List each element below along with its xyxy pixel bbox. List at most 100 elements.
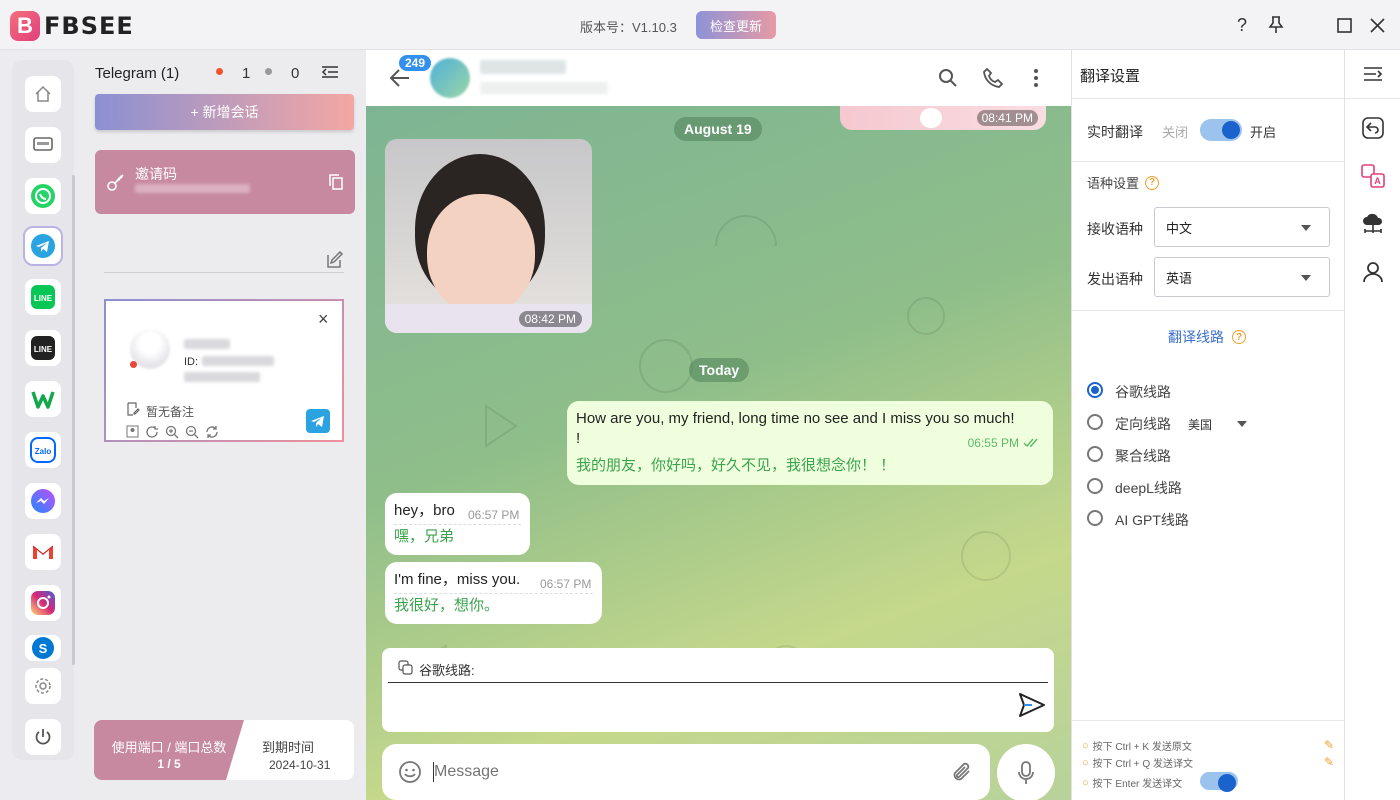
reply-icon <box>1362 117 1384 139</box>
home-icon <box>35 85 51 102</box>
pencil-icon[interactable]: ✎ <box>1324 738 1334 752</box>
pin-icon[interactable] <box>1265 14 1287 36</box>
receive-language-select[interactable]: 中文 <box>1154 207 1330 247</box>
rail-line-black[interactable]: LINE <box>25 330 61 366</box>
close-icon[interactable] <box>1366 14 1388 36</box>
help-circle-icon[interactable]: ? <box>1145 175 1160 190</box>
rail-scrollbar[interactable] <box>72 175 75 665</box>
lightbulb-icon: ○ <box>1082 776 1089 789</box>
user-icon <box>1363 262 1383 283</box>
cloud-button[interactable] <box>1359 210 1387 238</box>
voice-record-button[interactable] <box>997 744 1055 800</box>
region-select[interactable]: 美国 <box>1188 416 1212 433</box>
zoom-out-icon[interactable] <box>185 425 199 439</box>
divider <box>1345 98 1400 99</box>
instagram-icon <box>31 591 55 615</box>
collapse-panel-button[interactable] <box>1359 60 1387 88</box>
chevron-down-icon[interactable] <box>1237 421 1247 427</box>
translate-icon: A <box>1361 164 1385 188</box>
contact-name <box>480 60 566 74</box>
realtime-translate-toggle[interactable] <box>1200 119 1242 141</box>
expiry-label: 到期时间 <box>262 740 315 755</box>
photo-message[interactable]: 08:42 PM <box>385 139 592 333</box>
quick-reply-button[interactable] <box>1359 114 1387 142</box>
rail-telegram[interactable] <box>23 226 63 266</box>
rail-zalo[interactable]: Zalo <box>25 432 61 468</box>
translation-divider <box>394 593 593 594</box>
check-update-button[interactable]: 检查更新 <box>696 11 776 39</box>
skype-icon: S <box>32 637 54 659</box>
note-icon <box>127 402 140 416</box>
translation-preview-box[interactable]: 谷歌线路: <box>382 648 1054 732</box>
title-bar: B FBSEE 版本号：V1.10.3 检查更新 ? <box>0 0 1400 50</box>
message-time: 06:57 PM <box>540 577 592 591</box>
zoom-in-icon[interactable] <box>165 425 179 439</box>
send-icon[interactable] <box>1018 692 1046 718</box>
rail-whatsapp[interactable] <box>25 178 61 214</box>
route-label-aggregate: 聚合线路 <box>1115 448 1171 464</box>
session-note: 暂无备注 <box>146 405 195 419</box>
phone-icon[interactable] <box>982 67 1004 89</box>
route-radio-google[interactable] <box>1087 382 1103 398</box>
add-session-button[interactable]: + 新增会话 <box>95 94 354 130</box>
edit-icon[interactable] <box>326 251 344 269</box>
route-radio-deepl[interactable] <box>1087 478 1103 494</box>
rail-messenger[interactable] <box>25 483 61 519</box>
rail-line-green[interactable]: LINE <box>25 279 61 315</box>
session-card[interactable]: ID: × 暂无备注 <box>104 299 344 442</box>
rail-home[interactable] <box>25 76 61 112</box>
unread-badge: 249 <box>397 53 434 73</box>
receive-language-value: 中文 <box>1166 220 1193 236</box>
route-radio-directed[interactable] <box>1087 414 1103 430</box>
rail-gmail[interactable] <box>25 534 61 570</box>
top-photo-message[interactable]: 08:41 PM <box>840 106 1046 130</box>
message-incoming[interactable]: hey，bro 06:57 PM 嘿，兄弟 <box>385 493 530 555</box>
rail-w[interactable] <box>25 381 61 417</box>
enter-send-toggle[interactable] <box>1200 772 1238 792</box>
telegram-icon <box>306 409 330 433</box>
shortcut-hint-text: 按下 Enter 发送译文 <box>1092 779 1183 790</box>
collapse-menu-icon[interactable] <box>321 64 339 83</box>
rail-skype[interactable]: S <box>25 635 61 661</box>
pencil-icon[interactable]: ✎ <box>1324 755 1334 769</box>
close-icon[interactable]: × <box>318 309 329 330</box>
chevron-down-icon <box>1301 225 1311 231</box>
help-icon[interactable]: ? <box>1231 14 1253 36</box>
shortcut-hint: ○ 按下 Enter 发送译文 <box>1082 775 1183 791</box>
send-language-select[interactable]: 英语 <box>1154 257 1330 297</box>
message-input[interactable] <box>434 758 934 786</box>
profile-button[interactable] <box>1359 258 1387 286</box>
date-separator: Today <box>689 358 750 382</box>
divider <box>1072 310 1345 311</box>
route-radio-gpt[interactable] <box>1087 510 1103 526</box>
more-vertical-icon[interactable] <box>1033 68 1039 88</box>
translate-button[interactable]: A <box>1359 162 1387 190</box>
refresh-icon[interactable] <box>145 425 159 439</box>
rail-instagram[interactable] <box>25 585 61 621</box>
sync-icon[interactable] <box>205 425 219 439</box>
emoji-icon[interactable] <box>398 760 422 784</box>
svg-text:S: S <box>39 641 48 656</box>
receive-language-label: 接收语种 <box>1087 221 1143 237</box>
message-time: 06:57 PM <box>468 508 520 522</box>
message-incoming[interactable]: I'm fine，miss you. 06:57 PM 我很好，想你。 <box>385 562 602 624</box>
chat-area: 249 08:41 PM August 19 08:42 PM Today Ho… <box>366 50 1071 800</box>
message-outgoing[interactable]: How are you, my friend, long time no see… <box>567 401 1053 485</box>
cloud-network-icon <box>1363 213 1383 233</box>
image-icon[interactable] <box>126 425 139 438</box>
rail-chat[interactable] <box>25 127 61 163</box>
rail-settings[interactable] <box>25 668 61 704</box>
contact-avatar[interactable] <box>430 58 470 98</box>
session-panel: Telegram (1) 1 0 + 新增会话 邀请码 ID: × 暂无备注 使… <box>84 50 366 800</box>
port-stats: 使用端口 / 端口总数 1 / 5 到期时间 2024-10-31 <box>94 720 354 780</box>
rail-power[interactable] <box>25 719 61 755</box>
copy-icon[interactable] <box>329 174 343 190</box>
help-circle-icon[interactable]: ? <box>1232 330 1246 344</box>
contact-status <box>480 82 608 94</box>
divider <box>1072 161 1345 162</box>
route-radio-aggregate[interactable] <box>1087 446 1103 462</box>
search-icon[interactable] <box>938 68 958 88</box>
attach-icon[interactable] <box>951 760 973 784</box>
svg-text:Zalo: Zalo <box>35 447 52 456</box>
maximize-icon[interactable] <box>1333 14 1355 36</box>
